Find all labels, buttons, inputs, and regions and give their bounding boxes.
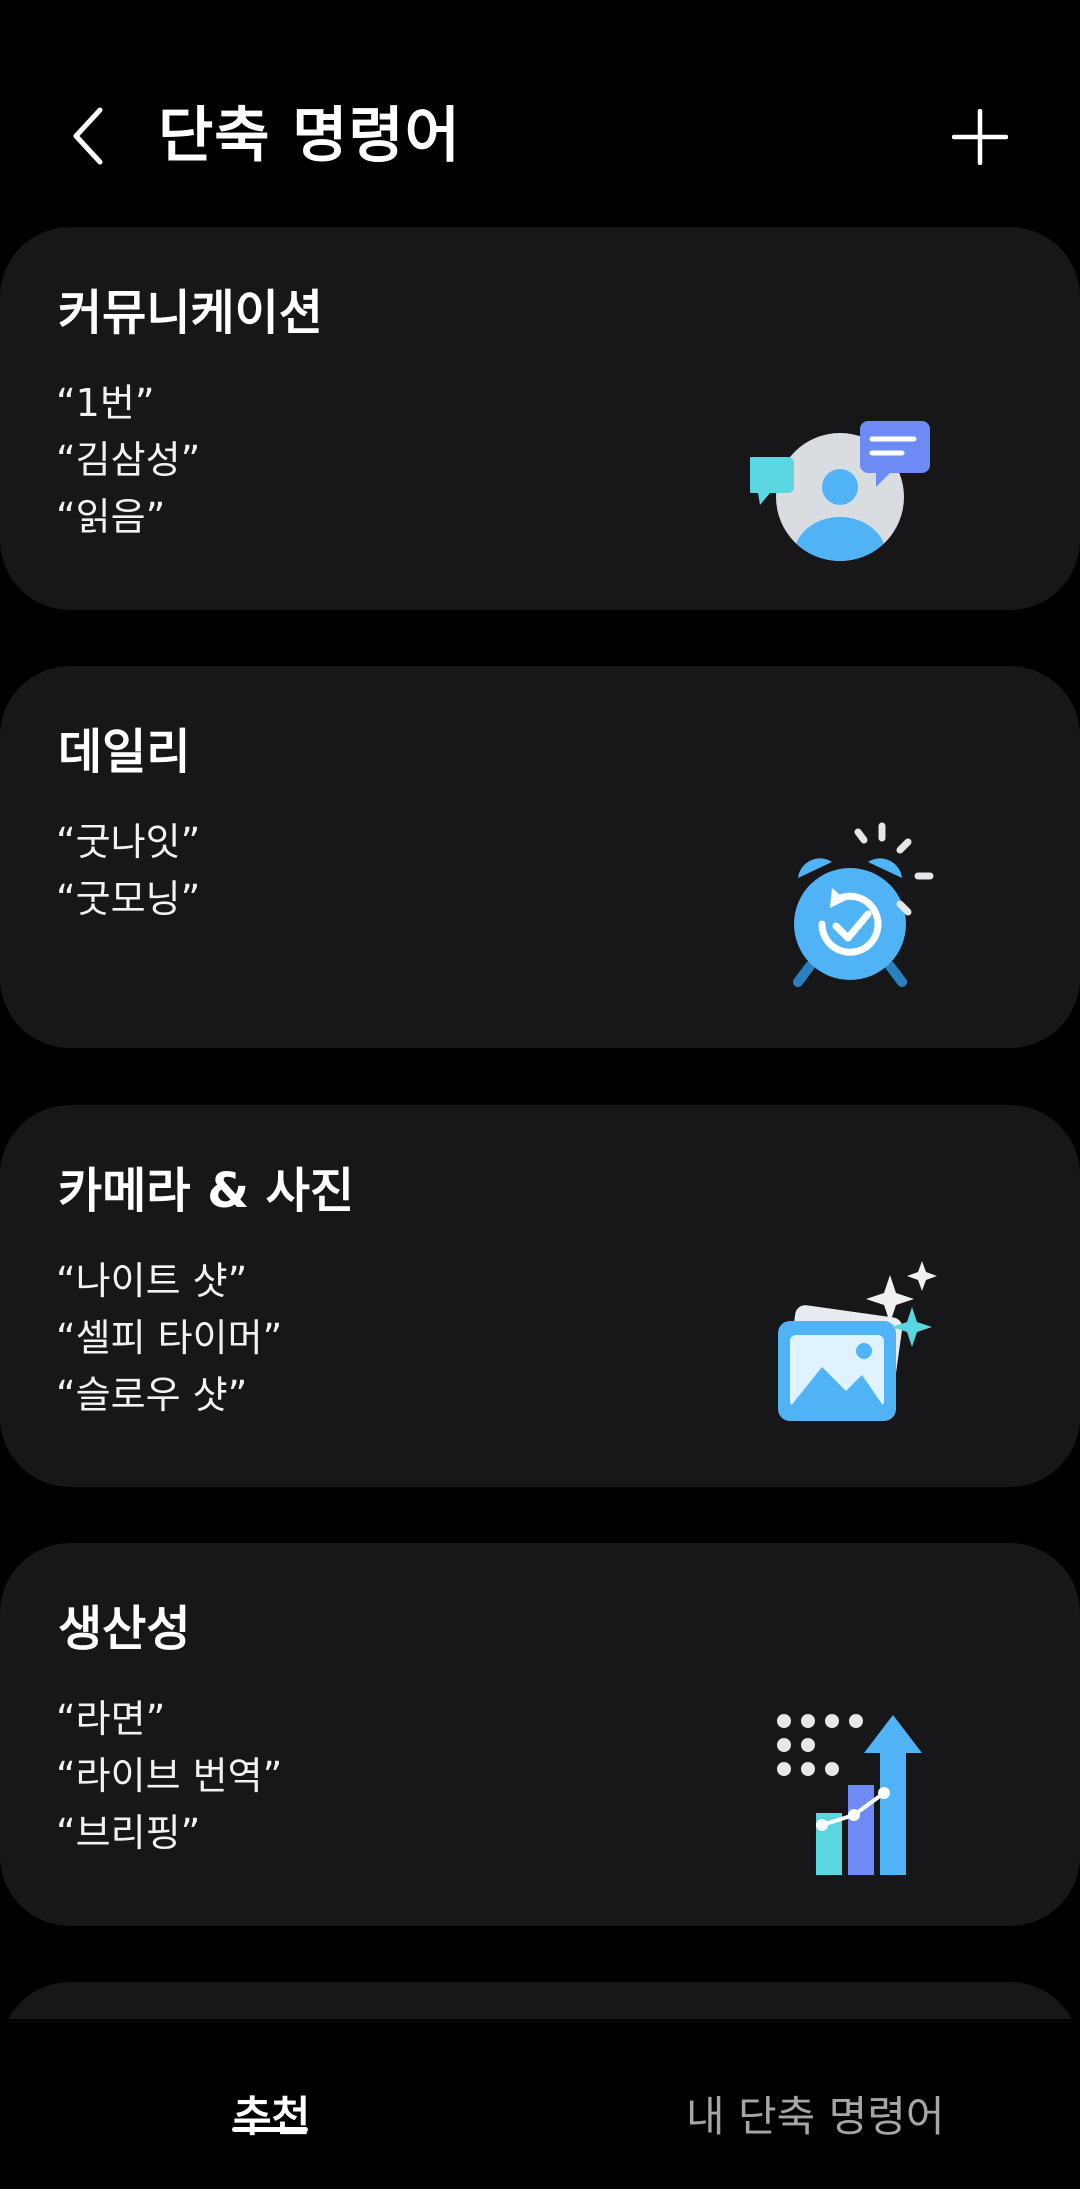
phrase-list: “굿나잇” “굿모닝”: [56, 814, 200, 928]
card-title: 생산성: [58, 1601, 191, 1657]
category-card-productivity[interactable]: 생산성 “라면” “라이브 번역” “브리핑”: [0, 1543, 1080, 1926]
card-title: 카메라 & 사진: [58, 1163, 355, 1219]
phrase-list: “1번” “김삼성” “읽음”: [56, 375, 200, 546]
chevron-left-icon: [73, 107, 103, 165]
phrase-item: “김삼성”: [56, 438, 201, 482]
phrase-item: “나이트 샷”: [56, 1259, 248, 1303]
tab-active-indicator: [232, 2127, 308, 2132]
plus-icon: [952, 109, 1008, 165]
phrase-item: “브리핑”: [56, 1811, 201, 1855]
photo-sparkle-icon: [778, 1261, 937, 1421]
phrase-item: “라이브 번역”: [56, 1754, 283, 1798]
alarm-clock-icon: [793, 822, 934, 987]
contact-chat-icon: [750, 421, 930, 561]
tab-recommended[interactable]: 추천: [233, 2089, 310, 2145]
phrase-item: “라면”: [56, 1697, 166, 1741]
app-header: 단축 명령어: [0, 0, 1080, 226]
category-card-communication[interactable]: 커뮤니케이션 “1번” “김삼성” “읽음”: [0, 227, 1080, 610]
phrase-item: “1번”: [56, 381, 155, 425]
back-button[interactable]: [58, 100, 118, 172]
card-title: 데일리: [58, 724, 191, 780]
phrase-item: “셀피 타이머”: [56, 1316, 283, 1360]
phrase-item: “읽음”: [56, 495, 166, 539]
phrase-item: “슬로우 샷”: [56, 1373, 248, 1417]
page-title: 단축 명령어: [158, 101, 461, 171]
tab-my-shortcuts[interactable]: 내 단축 명령어: [686, 2089, 945, 2145]
phrase-item: “굿모닝”: [56, 877, 201, 921]
category-card-camera-photo[interactable]: 카메라 & 사진 “나이트 샷” “셀피 타이머” “슬로우 샷”: [0, 1105, 1080, 1487]
growth-chart-icon: [777, 1714, 922, 1875]
app-root: 단축 명령어 커뮤니케이션 “1번” “김삼성” “읽음” 데일리 “굿나잇” …: [0, 0, 1080, 2189]
category-card-daily[interactable]: 데일리 “굿나잇” “굿모닝”: [0, 666, 1080, 1048]
bottom-tab-bar: 추천 내 단축 명령어: [0, 2019, 1080, 2189]
card-title: 커뮤니케이션: [58, 285, 323, 341]
phrase-list: “나이트 샷” “셀피 타이머” “슬로우 샷”: [56, 1253, 282, 1424]
phrase-list: “라면” “라이브 번역” “브리핑”: [56, 1691, 282, 1862]
phrase-item: “굿나잇”: [56, 820, 201, 864]
add-shortcut-button[interactable]: [948, 102, 1012, 172]
